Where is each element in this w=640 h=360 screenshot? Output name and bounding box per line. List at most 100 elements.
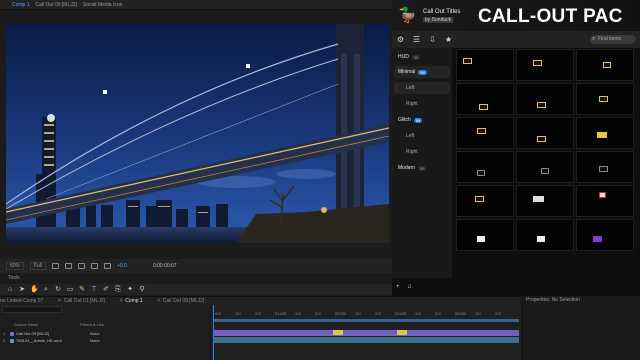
timeline-track-area[interactable]: 00f 10f 20f 01:00f 10f 20f 02:00f 10f 20f 03:00f 1… [211,305,521,360]
import-icon[interactable]: ⇩ [428,35,437,44]
plugin-header: 🦆 Call Out Titles by Sonduck CALL-OUT PA… [392,0,640,31]
keyframe-marker[interactable] [397,330,407,335]
rotate-tool-icon[interactable]: ↻ [54,286,62,294]
music-note-icon[interactable]: ♫ [407,284,413,290]
layer-row[interactable]: 2 750124__Article_HD.mp4 None [0,337,210,344]
preset-thumbnail[interactable] [576,151,634,183]
plugin-toolbar: ⚙ ☰ ⇩ ★ Find items [392,31,640,48]
mask-visibility-icon[interactable] [78,263,86,269]
timeline-tab[interactable]: no Linked Comp 07 [0,298,43,304]
text-tool-icon[interactable]: T [90,286,98,294]
preset-thumbnail[interactable] [576,185,634,217]
category-count-badge: 99 [413,117,423,123]
tab-label: no Linked Comp 07 [0,298,44,304]
layer-label-color[interactable] [10,331,14,336]
close-icon[interactable]: ✕ [119,298,123,304]
region-of-interest-icon[interactable] [52,263,60,269]
library-icon[interactable]: ☰ [412,35,421,44]
resolution-select[interactable]: Full [30,262,47,270]
layer-label-color[interactable] [10,338,14,343]
composition-viewer[interactable] [6,24,389,243]
exposure-value[interactable]: +0.0 [117,263,127,269]
brush-tool-icon[interactable]: ✐ [102,286,110,294]
subcategory-minimal-left[interactable]: Left [406,83,414,93]
rectangle-tool-icon[interactable]: ▭ [66,286,74,294]
roto-brush-tool-icon[interactable]: ✦ [126,286,134,294]
tab-comp-1[interactable]: Comp 1 [12,2,30,8]
preset-thumbnail[interactable] [576,219,634,251]
timeline-tab[interactable]: ✕ Call Out 09 [MLJ2] [157,298,205,304]
guides-icon[interactable] [91,263,99,269]
timeline-tab-active[interactable]: ✕ Comp 1 [119,298,143,304]
keyframe-marker[interactable] [333,330,343,335]
layer-bar-video[interactable] [213,337,519,343]
search-input[interactable]: Find items [590,35,636,44]
preset-thumbnail[interactable] [516,219,574,251]
layer-row[interactable]: 1 Call Out 09 [MLJ2] None [0,330,210,337]
preset-thumbnail[interactable] [456,49,514,81]
category-modern[interactable]: Modern 99 [398,163,427,173]
pen-tool-icon[interactable]: ✎ [78,286,86,294]
transparency-grid-icon[interactable] [65,263,73,269]
ruler-tick-label: 20f [435,311,441,316]
subcategory-glitch-right[interactable]: Right [406,147,418,157]
preset-thumbnail[interactable] [516,83,574,115]
zoom-tool-icon[interactable]: ⌕ [42,286,50,294]
camera-snapshot-icon[interactable] [104,263,112,269]
tab-call-out-09[interactable]: Call Out 09 [MLJ2] [36,2,77,8]
zoom-select[interactable]: 50% [6,262,25,270]
selection-tool-icon[interactable]: ➤ [18,286,26,294]
preset-thumbnail[interactable] [456,151,514,183]
duck-logo-icon: 🦆 [398,7,417,24]
preset-thumbnail[interactable] [516,185,574,217]
properties-panel [522,305,640,360]
tools-panel: ⌂ ➤ ✋ ⌕ ↻ ▭ ✎ T ✐ ⎘ ✦ ⚲ [0,284,392,295]
subcategory-label: Right [406,101,418,107]
preset-thumbnail[interactable] [576,117,634,149]
category-count-badge: 99 [418,69,427,75]
timeline-tab[interactable]: ✕ Call Out 01 [MLJ2] [57,298,105,304]
hand-tool-icon[interactable]: ✋ [30,286,39,294]
category-glitch[interactable]: Glitch 99 [398,115,423,125]
work-area-bar[interactable] [213,319,519,322]
category-list: HUD 99 Minimal 99 Left Right Glitch 99 L… [392,48,452,278]
properties-panel-title: Properties: No Selection [526,297,580,303]
call-out-titles-plugin-panel: 🦆 Call Out Titles by Sonduck CALL-OUT PA… [392,0,640,296]
home-tool-icon[interactable]: ⌂ [6,286,14,294]
category-minimal[interactable]: Minimal 99 [398,67,427,77]
timeline-search-input[interactable] [2,306,62,313]
layer-parent-select[interactable]: None [90,338,100,343]
preset-thumbnail[interactable] [576,83,634,115]
favorites-star-icon[interactable]: ★ [444,35,453,44]
ruler-tick-label: 04:00f [455,311,467,316]
subcategory-minimal-right[interactable]: Right [406,99,418,109]
composition-tab-bar: Comp 1 Call Out 09 [MLJ2] Social Media I… [0,0,392,10]
preset-thumbnail[interactable] [516,151,574,183]
preset-thumbnail[interactable] [456,219,514,251]
clone-stamp-tool-icon[interactable]: ⎘ [114,286,122,294]
subcategory-label: Right [406,149,418,155]
timecode-display[interactable]: 0:00:00:07 [153,263,177,269]
tab-social-media-icon[interactable]: Social Media Icon [83,2,122,8]
preset-thumbnail[interactable] [516,117,574,149]
close-icon[interactable]: ✕ [157,298,161,304]
add-icon[interactable]: + [396,284,402,290]
column-header-source-name: Source Name [14,322,39,327]
settings-sliders-icon[interactable]: ⚙ [396,35,405,44]
subcategory-glitch-left[interactable]: Left [406,131,414,141]
layer-number: 2 [3,338,6,343]
preset-thumbnail[interactable] [516,49,574,81]
puppet-pin-tool-icon[interactable]: ⚲ [138,286,146,294]
preset-thumbnail[interactable] [456,117,514,149]
ruler-tick-label: 03:00f [395,311,407,316]
layer-bar-call-out[interactable] [213,330,519,336]
preset-thumbnail[interactable] [576,49,634,81]
category-hud[interactable]: HUD 99 [398,52,421,62]
close-icon[interactable]: ✕ [57,298,61,304]
preset-thumbnail[interactable] [456,185,514,217]
plugin-title: Call Out Titles [423,9,461,15]
layer-parent-select[interactable]: None [90,331,100,336]
current-time-indicator[interactable] [213,305,214,360]
tab-label: Call Out 01 [MLJ2] [63,298,105,304]
preset-thumbnail[interactable] [456,83,514,115]
